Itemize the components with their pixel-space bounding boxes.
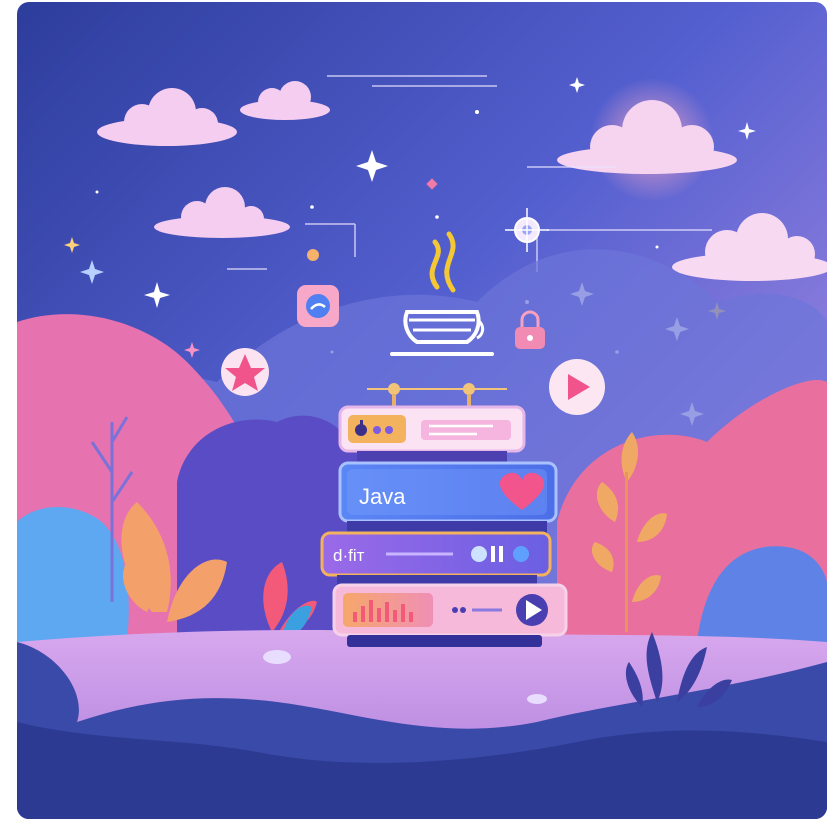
play-icon [549, 359, 605, 415]
rock [527, 694, 547, 704]
illustration: Java d·fіт [17, 2, 827, 819]
star-badge-icon [221, 348, 269, 396]
lower-panel-label: d·fіт [333, 546, 365, 565]
chat-icon [297, 285, 339, 327]
panel-top [338, 405, 526, 453]
dot [307, 249, 319, 261]
panel-bottom [332, 583, 568, 637]
stack-base [347, 635, 542, 647]
rock [263, 650, 291, 664]
panel-divider [347, 521, 547, 533]
panel-divider [357, 451, 507, 463]
play-button-icon [516, 594, 548, 626]
java-label: Java [359, 484, 406, 509]
